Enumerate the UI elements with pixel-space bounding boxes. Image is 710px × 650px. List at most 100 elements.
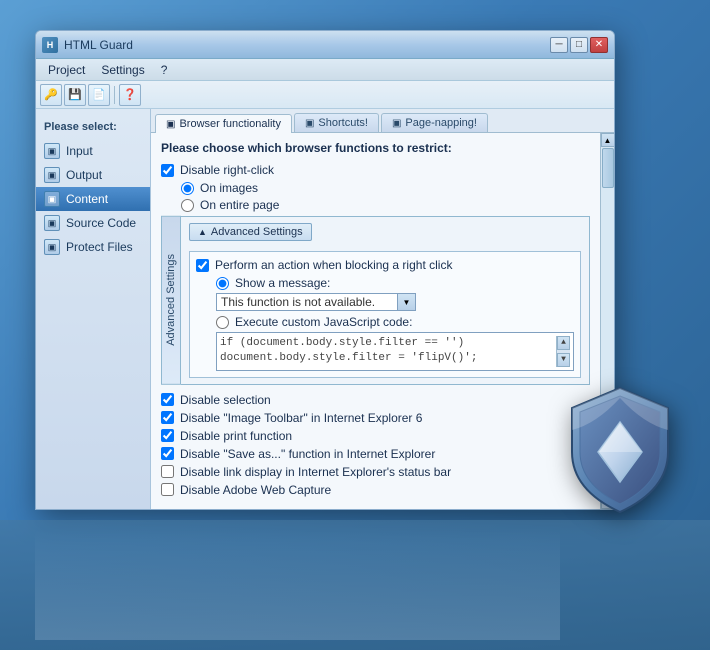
sidebar-item-protect-files[interactable]: ▣ Protect Files xyxy=(36,235,150,259)
output-icon: ▣ xyxy=(44,167,60,183)
title-bar: H HTML Guard ─ □ ✕ xyxy=(36,31,614,59)
sidebar: Please select: ▣ Input ▣ Output ▣ Conten… xyxy=(36,109,151,509)
on-entire-page-label: On entire page xyxy=(200,198,279,212)
window-title: HTML Guard xyxy=(64,38,550,52)
sidebar-item-content-label: Content xyxy=(66,192,108,206)
reflection-window xyxy=(35,530,560,640)
content-icon: ▣ xyxy=(44,191,60,207)
perform-action-checkbox[interactable] xyxy=(196,259,209,272)
advanced-sub-box: Perform an action when blocking a right … xyxy=(189,251,581,378)
js-scroll-up-button[interactable]: ▲ xyxy=(557,336,570,350)
advanced-label-rotated: Advanced Settings xyxy=(161,216,181,385)
sidebar-item-output[interactable]: ▣ Output xyxy=(36,163,150,187)
option-checkbox-0[interactable] xyxy=(161,393,174,406)
advanced-settings-btn-label: Advanced Settings xyxy=(211,226,303,238)
option-checkbox-3[interactable] xyxy=(161,447,174,460)
minimize-button[interactable]: ─ xyxy=(550,37,568,53)
input-icon: ▣ xyxy=(44,143,60,159)
option-checkbox-2[interactable] xyxy=(161,429,174,442)
advanced-settings-button[interactable]: ▲ Advanced Settings xyxy=(189,223,312,241)
option-label-4: Disable link display in Internet Explore… xyxy=(180,465,451,479)
toolbar-new-button[interactable]: 📄 xyxy=(88,84,110,106)
tab-browser-functionality[interactable]: ▣ Browser functionality xyxy=(155,114,292,133)
on-entire-page-radio[interactable] xyxy=(181,199,194,212)
toolbar-save-button[interactable]: 💾 xyxy=(64,84,86,106)
option-label-3: Disable "Save as..." function in Interne… xyxy=(180,447,435,461)
tab-pagenapping-icon: ▣ xyxy=(392,118,401,129)
shield-icon xyxy=(560,380,680,520)
toolbar-separator xyxy=(114,86,115,104)
show-message-radio[interactable] xyxy=(216,277,229,290)
menu-project[interactable]: Project xyxy=(40,61,93,79)
execute-js-radio[interactable] xyxy=(216,316,229,329)
option-row-5: Disable Adobe Web Capture xyxy=(161,483,590,497)
on-entire-page-row: On entire page xyxy=(161,198,590,212)
right-panel: ▣ Browser functionality ▣ Shortcuts! ▣ P… xyxy=(151,109,614,509)
option-checkbox-4[interactable] xyxy=(161,465,174,478)
close-button[interactable]: ✕ xyxy=(590,37,608,53)
tab-shortcuts[interactable]: ▣ Shortcuts! xyxy=(294,113,379,132)
advanced-inner: ▲ Advanced Settings Perform an action wh… xyxy=(181,216,590,385)
maximize-button[interactable]: □ xyxy=(570,37,588,53)
js-scroll-down-button[interactable]: ▼ xyxy=(557,353,570,367)
disable-rightclick-checkbox[interactable] xyxy=(161,164,174,177)
advanced-arrow-icon: ▲ xyxy=(198,227,207,237)
option-row-0: Disable selection xyxy=(161,393,590,407)
perform-action-row: Perform an action when blocking a right … xyxy=(196,258,574,272)
menu-settings[interactable]: Settings xyxy=(93,61,152,79)
option-row-4: Disable link display in Internet Explore… xyxy=(161,465,590,479)
tab-shortcuts-icon: ▣ xyxy=(305,118,314,129)
execute-js-row: Execute custom JavaScript code: xyxy=(196,315,574,329)
option-row-1: Disable "Image Toolbar" in Internet Expl… xyxy=(161,411,590,425)
sidebar-item-input[interactable]: ▣ Input xyxy=(36,139,150,163)
sidebar-item-source-code[interactable]: ▣ Source Code xyxy=(36,211,150,235)
disable-rightclick-label: Disable right-click xyxy=(180,163,274,177)
message-input-container: ▼ xyxy=(216,293,416,311)
message-input-field[interactable] xyxy=(217,294,397,310)
shield-container xyxy=(560,380,680,520)
toolbar-key-button[interactable]: 🔑 xyxy=(40,84,62,106)
message-dropdown-button[interactable]: ▼ xyxy=(397,294,415,310)
js-code-line2: document.body.style.filter = 'flipV()'; xyxy=(220,351,556,366)
option-checkbox-1[interactable] xyxy=(161,411,174,424)
tab-browser-icon: ▣ xyxy=(166,119,175,130)
main-window: H HTML Guard ─ □ ✕ Project Settings ? 🔑 … xyxy=(35,30,615,510)
on-images-label: On images xyxy=(200,181,258,195)
toolbar-help-button[interactable]: ❓ xyxy=(119,84,141,106)
sidebar-item-content[interactable]: ▣ Content xyxy=(36,187,150,211)
tabs: ▣ Browser functionality ▣ Shortcuts! ▣ P… xyxy=(151,109,614,133)
scroll-up-button[interactable]: ▲ xyxy=(601,133,615,147)
option-label-0: Disable selection xyxy=(180,393,271,407)
js-code-text: if (document.body.style.filter == '') do… xyxy=(220,336,556,367)
advanced-settings-area: Advanced Settings ▲ Advanced Settings Pe xyxy=(161,216,590,385)
option-label-2: Disable print function xyxy=(180,429,292,443)
perform-action-label: Perform an action when blocking a right … xyxy=(215,258,452,272)
show-message-row: Show a message: xyxy=(196,276,574,290)
tab-browser-label: Browser functionality xyxy=(179,118,281,130)
js-code-area: if (document.body.style.filter == '') do… xyxy=(216,332,574,371)
option-row-3: Disable "Save as..." function in Interne… xyxy=(161,447,590,461)
content-area: Please select: ▣ Input ▣ Output ▣ Conten… xyxy=(36,109,614,509)
option-row-2: Disable print function xyxy=(161,429,590,443)
reflection xyxy=(0,520,710,650)
right-content: Please choose which browser functions to… xyxy=(151,133,614,509)
message-input-row: ▼ xyxy=(196,293,574,311)
show-message-label: Show a message: xyxy=(235,276,330,290)
app-icon: H xyxy=(42,37,58,53)
tab-shortcuts-label: Shortcuts! xyxy=(318,117,368,129)
status-bar: Licensed Full Version xyxy=(36,509,614,510)
option-label-5: Disable Adobe Web Capture xyxy=(180,483,331,497)
panel-title: Please choose which browser functions to… xyxy=(161,141,590,155)
sidebar-item-output-label: Output xyxy=(66,168,102,182)
scroll-thumb[interactable] xyxy=(602,148,614,188)
on-images-radio[interactable] xyxy=(181,182,194,195)
sidebar-item-source-code-label: Source Code xyxy=(66,216,136,230)
protect-files-icon: ▣ xyxy=(44,239,60,255)
tab-pagenapping-label: Page-napping! xyxy=(405,117,477,129)
js-scrollbar: ▲ ▼ xyxy=(556,336,570,367)
tab-page-napping[interactable]: ▣ Page-napping! xyxy=(381,113,488,132)
menu-help[interactable]: ? xyxy=(153,61,176,79)
option-checkbox-5[interactable] xyxy=(161,483,174,496)
window-controls: ─ □ ✕ xyxy=(550,37,608,53)
js-code-line1: if (document.body.style.filter == '') xyxy=(220,336,556,351)
